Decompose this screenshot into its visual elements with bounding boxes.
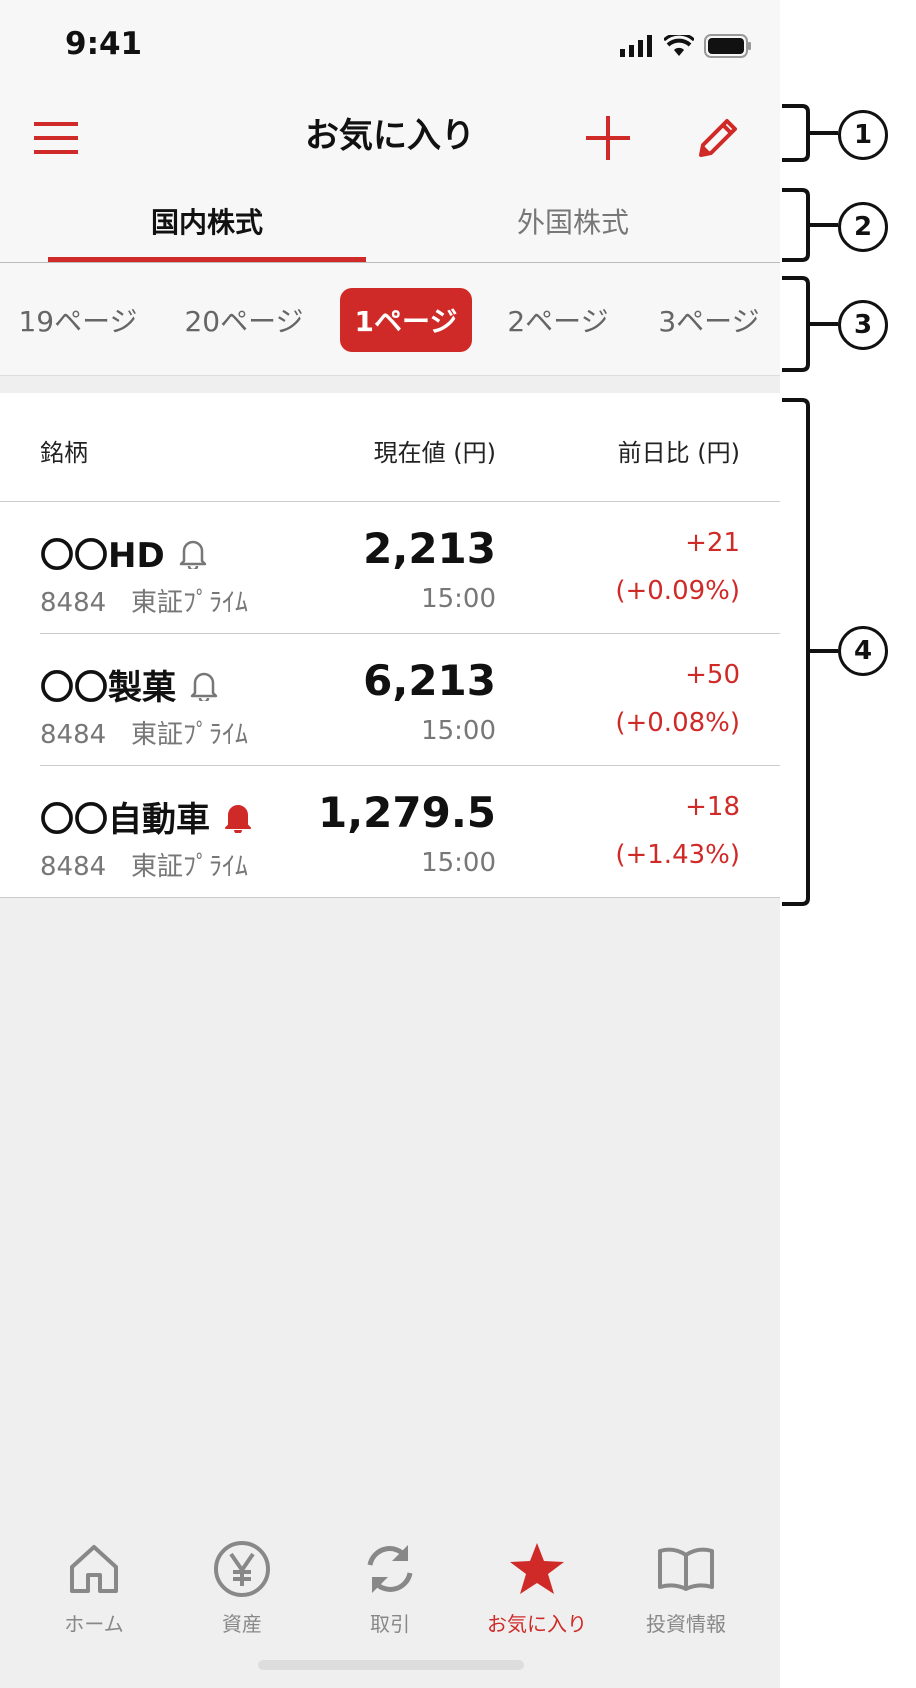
yen-icon [214, 1541, 270, 1597]
callout-3: 3 [780, 276, 916, 372]
callout-2: 2 [780, 188, 916, 262]
page-title: お気に入り [305, 116, 475, 156]
stock-market: 東証ﾌﾟﾗｲﾑ [130, 852, 248, 882]
page-tab-3[interactable]: 3ページ [644, 288, 774, 352]
callout-4: 4 [780, 398, 916, 906]
nav-home-label: ホーム [64, 1612, 124, 1636]
wifi-icon [664, 35, 694, 56]
page-tab-20[interactable]: 20ページ [176, 288, 312, 352]
callout-number: 3 [838, 300, 888, 350]
plus-icon [586, 116, 630, 160]
table-row[interactable]: 〇〇自動車 8484 東証ﾌﾟﾗｲﾑ 1,279.5 15:00 +18 (+1… [0, 766, 780, 898]
star-icon [510, 1543, 564, 1594]
price-change: +21 [685, 528, 740, 558]
table-header: 銘柄 現在値 (円) 前日比 (円) [0, 393, 780, 502]
callout-1: 1 [780, 104, 916, 162]
stock-meta: 8484 東証ﾌﾟﾗｲﾑ [40, 582, 248, 619]
stock-code: 8484 [40, 588, 107, 618]
status-icons [620, 30, 752, 62]
price-change: +18 [685, 792, 740, 822]
bracket-icon [782, 104, 838, 162]
page-tab-19[interactable]: 19ページ [10, 288, 146, 352]
nav-favorites-label: お気に入り [487, 1612, 587, 1636]
bell-outline-icon[interactable] [190, 669, 218, 701]
nav-trade-label: 取引 [370, 1612, 410, 1636]
nav-favorites[interactable]: お気に入り [467, 1534, 607, 1637]
stock-name: 〇〇HD [40, 536, 165, 576]
nav-trade[interactable]: 取引 [320, 1534, 460, 1637]
stock-name: 〇〇自動車 [40, 800, 210, 840]
page-selector: 19ページ 20ページ 1ページ 2ページ 3ページ [0, 263, 780, 376]
bracket-icon [782, 188, 838, 262]
price-time: 15:00 [421, 716, 496, 746]
home-icon [70, 1545, 118, 1593]
table-row[interactable]: 〇〇製菓 8484 東証ﾌﾟﾗｲﾑ 6,213 15:00 +50 (+0.08… [0, 634, 780, 766]
bracket-icon [782, 398, 838, 906]
bell-outline-icon[interactable] [179, 537, 207, 569]
active-tab-indicator [48, 257, 366, 262]
nav-investment-info-label: 投資情報 [646, 1612, 726, 1636]
signal-icon [620, 35, 652, 57]
price-change: +50 [685, 660, 740, 690]
column-header-change: 前日比 (円) [617, 439, 740, 467]
tab-foreign-stocks[interactable]: 外国株式 [414, 180, 732, 262]
stock-market: 東証ﾌﾟﾗｲﾑ [130, 588, 248, 618]
book-icon [658, 1547, 714, 1591]
stock-meta: 8484 東証ﾌﾟﾗｲﾑ [40, 714, 248, 751]
current-price: 6,213 [363, 656, 496, 705]
battery-icon [704, 34, 751, 58]
price-time: 15:00 [421, 584, 496, 614]
pencil-icon [699, 119, 737, 157]
add-button[interactable] [578, 108, 638, 168]
current-price: 2,213 [363, 524, 496, 573]
phone-screen: 9:41 お気に入り 国内株式 外国株式 19ページ 20ページ 1ページ 2ペ… [0, 0, 780, 1688]
bracket-icon [782, 276, 838, 372]
market-tabs: 国内株式 外国株式 [0, 180, 780, 263]
price-change-percent: (+1.43%) [615, 840, 740, 870]
stock-name-row: 〇〇製菓 [40, 660, 218, 709]
page-tab-1[interactable]: 1ページ [340, 288, 472, 352]
page-tab-2[interactable]: 2ページ [490, 288, 626, 352]
current-price: 1,279.5 [317, 788, 496, 837]
callout-number: 1 [838, 110, 888, 160]
nav-investment-info[interactable]: 投資情報 [616, 1534, 756, 1637]
app-header: お気に入り [0, 90, 780, 180]
stock-code: 8484 [40, 852, 107, 882]
home-indicator [258, 1660, 524, 1670]
nav-home[interactable]: ホーム [24, 1534, 164, 1637]
table-row[interactable]: 〇〇HD 8484 東証ﾌﾟﾗｲﾑ 2,213 15:00 +21 (+0.09… [0, 502, 780, 634]
column-header-name: 銘柄 [40, 439, 88, 467]
stock-name-row: 〇〇自動車 [40, 792, 252, 841]
stock-market: 東証ﾌﾟﾗｲﾑ [130, 720, 248, 750]
stock-name-row: 〇〇HD [40, 528, 207, 577]
price-change-percent: (+0.08%) [615, 708, 740, 738]
nav-assets-label: 資産 [222, 1612, 262, 1636]
callout-number: 4 [838, 626, 888, 676]
price-time: 15:00 [421, 848, 496, 878]
bell-filled-icon[interactable] [224, 801, 252, 833]
status-bar: 9:41 [0, 0, 780, 90]
stock-name: 〇〇製菓 [40, 668, 176, 708]
edit-button[interactable] [688, 108, 748, 168]
callout-number: 2 [838, 202, 888, 252]
status-time: 9:41 [65, 26, 143, 62]
column-header-price: 現在値 (円) [373, 439, 496, 467]
stock-meta: 8484 東証ﾌﾟﾗｲﾑ [40, 846, 248, 883]
refresh-icon [367, 1545, 413, 1593]
stock-code: 8484 [40, 720, 107, 750]
price-change-percent: (+0.09%) [615, 576, 740, 606]
tab-domestic-stocks[interactable]: 国内株式 [48, 180, 366, 262]
nav-assets[interactable]: 資産 [172, 1534, 312, 1637]
watchlist-table: 銘柄 現在値 (円) 前日比 (円) 〇〇HD 8484 東証ﾌﾟﾗｲﾑ 2,2… [0, 393, 780, 898]
